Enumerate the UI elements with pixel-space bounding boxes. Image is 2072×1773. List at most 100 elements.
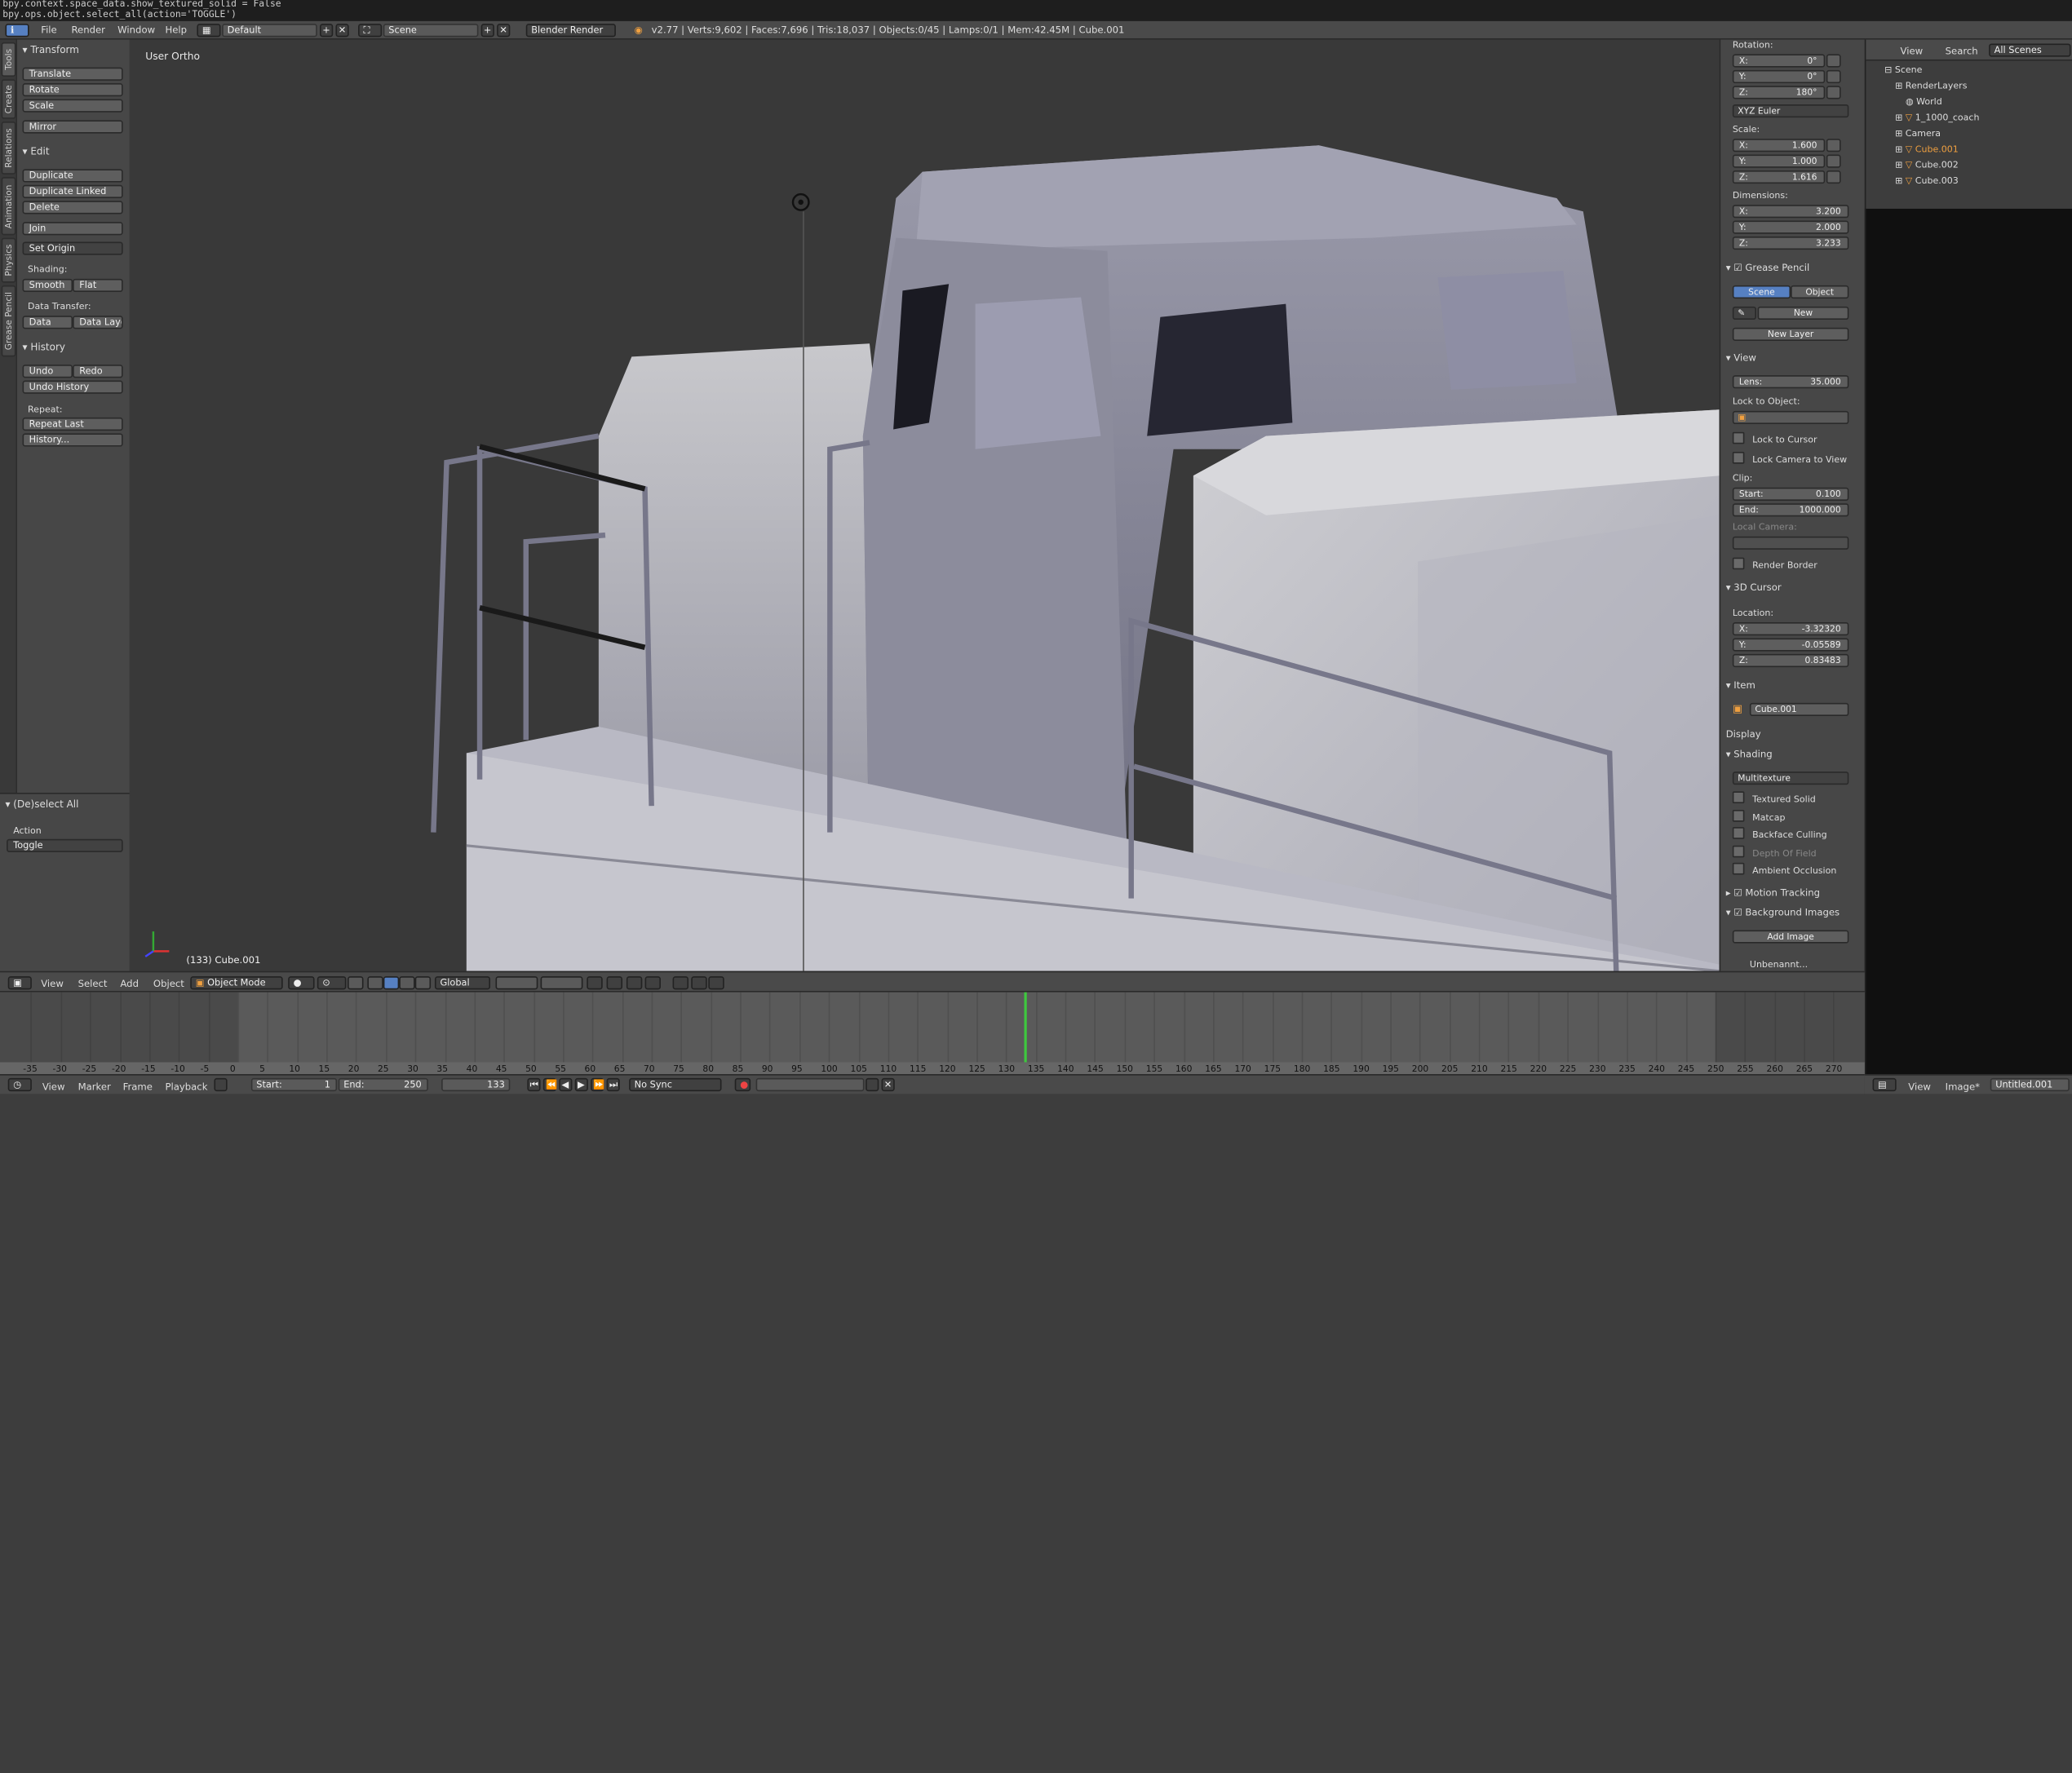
opengl-anim-icon[interactable] [708,976,724,990]
keyframe-delete-icon[interactable]: ✕ [881,1077,895,1092]
3d-cursor-panel-header[interactable]: ▾ 3D Cursor [1726,581,1782,594]
tl-menu-frame[interactable]: Frame [123,1081,153,1093]
record-icon[interactable]: ● [734,1077,751,1092]
shading-panel-header[interactable]: ▾ Shading [1726,748,1773,760]
background-images-header[interactable]: ▾ ☑ Background Images [1726,906,1840,918]
outliner-item-cube-002[interactable]: ⊞ ▽ Cube.002 [1895,160,1959,170]
rotate-manipulator-icon[interactable] [383,976,400,990]
menu-file[interactable]: File [41,24,56,37]
editor-type-3d-icon[interactable]: ▣ [7,976,32,990]
lock-rot-z-icon[interactable] [1826,86,1841,99]
tab-create[interactable]: Create [1,79,16,119]
menu-help[interactable]: Help [166,24,188,37]
keyframe-insert-icon[interactable] [866,1077,879,1092]
jump-key-back-icon[interactable]: ⏪ [542,1077,557,1092]
3d-viewport[interactable]: User Ortho (133) Cube.001 [129,39,1720,971]
start-frame-field[interactable]: Start: 1 [250,1077,338,1092]
editor-type-icon[interactable]: ℹ [5,24,29,38]
grease-pencil-panel-header[interactable]: ▾ ☑ Grease Pencil [1726,262,1810,274]
viewport-shading-icon[interactable]: ● [288,976,315,990]
history-button[interactable]: History... [22,433,123,447]
vp-menu-add[interactable]: Add [120,978,139,990]
outliner-view-menu[interactable]: View [1901,45,1924,57]
mode-select[interactable]: ▣ Object Mode [190,976,283,990]
undo-button[interactable]: Undo [22,365,73,378]
mirror-button[interactable]: Mirror [22,120,123,134]
lock-scale-y-icon[interactable] [1826,154,1841,168]
scale-x-field[interactable]: X: 1.600 [1732,139,1826,153]
outliner-item-cube-001[interactable]: ⊞ ▽ Cube.001 [1895,144,1959,155]
tl-menu-marker[interactable]: Marker [78,1081,111,1093]
outliner-search-menu[interactable]: Search [1946,45,1978,57]
depth-of-field-checkbox[interactable]: Depth Of Field [1733,846,1817,859]
set-origin-select[interactable]: Set Origin [22,241,123,255]
editor-type-timeline-icon[interactable]: ◷ [7,1077,32,1092]
outliner-item-scene[interactable]: ⊟ Scene [1884,64,1922,75]
render-preview-icon[interactable] [672,976,689,990]
history-panel-header[interactable]: ▾ History [23,341,65,353]
snap-target-icon[interactable] [644,976,661,990]
orientation-select[interactable]: Global [434,976,491,990]
image-name-field[interactable]: Untitled.001 [1990,1077,2070,1092]
vp-menu-view[interactable]: View [41,978,64,990]
flat-button[interactable]: Flat [73,278,123,293]
scale-button[interactable]: Scale [22,99,123,113]
clip-start-field[interactable]: Start: 0.100 [1732,487,1849,501]
duplicate-button[interactable]: Duplicate [22,169,123,183]
manipulator-icon[interactable] [348,976,364,990]
redo-button[interactable]: Redo [73,365,123,378]
delete-button[interactable]: Delete [22,201,123,214]
layers-grid-2[interactable] [540,976,583,990]
edit-panel-header[interactable]: ▾ Edit [23,145,50,157]
translate-manipulator-icon[interactable] [367,976,383,990]
jump-end-icon[interactable]: ⏭ [606,1077,620,1092]
dimension-x-field[interactable]: X: 3.200 [1732,205,1849,219]
menu-render[interactable]: Render [71,24,104,37]
preview-range-icon[interactable] [214,1077,228,1092]
rotation-mode-select[interactable]: XYZ Euler [1732,104,1849,118]
item-panel-header[interactable]: ▾ Item [1726,679,1755,692]
gp-object-button[interactable]: Object [1791,285,1849,299]
add-layout-icon[interactable]: + [320,24,334,38]
ambient-occlusion-checkbox[interactable]: Ambient Occlusion [1733,863,1836,876]
outliner-item-camera[interactable]: ⊞ Camera [1895,128,1941,139]
backface-culling-checkbox[interactable]: Backface Culling [1733,827,1827,840]
display-panel-header[interactable]: Display [1726,728,1761,741]
layout-icon[interactable]: ▦ [197,24,221,38]
render-border-checkbox[interactable]: Render Border [1733,558,1817,571]
layers-grid-1[interactable] [495,976,538,990]
rotation-y-field[interactable]: Y: 0° [1732,69,1826,84]
lock-object-field[interactable]: ▣ [1732,410,1849,425]
img-menu-view[interactable]: View [1908,1081,1931,1093]
current-frame-field[interactable]: 133 [441,1077,511,1092]
shading-mode-select[interactable]: Multitexture [1732,772,1849,785]
scale-z-field[interactable]: Z: 1.616 [1732,170,1826,184]
outliner-item-world[interactable]: ◍ World [1906,96,1942,107]
playhead[interactable] [1024,992,1027,1063]
jump-start-icon[interactable]: ⏮ [527,1077,541,1092]
repeat-last-button[interactable]: Repeat Last [22,417,123,431]
play-icon[interactable]: ▶ [574,1077,588,1092]
outliner-item-coach[interactable]: ⊞ ▽ 1_1000_coach [1895,113,1979,123]
lock-scale-x-icon[interactable] [1826,139,1841,153]
jump-key-forward-icon[interactable]: ⏩ [591,1077,605,1092]
pose-manipulator-icon[interactable] [414,976,432,990]
add-image-button[interactable]: Add Image [1732,930,1849,944]
tl-menu-view[interactable]: View [42,1081,65,1093]
lock-rot-y-icon[interactable] [1826,69,1841,84]
action-select[interactable]: Toggle [7,838,123,852]
item-name-field[interactable]: Cube.001 [1749,702,1849,717]
dimension-z-field[interactable]: Z: 3.233 [1732,236,1849,250]
cursor-y-field[interactable]: Y: -0.05589 [1732,638,1849,652]
gp-new-layer-button[interactable]: New Layer [1732,327,1849,341]
add-scene-icon[interactable]: + [480,24,494,38]
remove-scene-icon[interactable]: ✕ [497,24,511,38]
smooth-button[interactable]: Smooth [22,278,73,293]
sync-select[interactable]: No Sync [629,1077,722,1092]
lock-to-cursor-checkbox[interactable]: Lock to Cursor [1733,432,1817,445]
vp-menu-select[interactable]: Select [78,978,108,990]
undo-history-button[interactable]: Undo History [22,380,123,394]
remove-layout-icon[interactable]: ✕ [335,24,349,38]
tab-physics[interactable]: Physics [1,237,16,283]
end-frame-field[interactable]: End: 250 [338,1077,428,1092]
